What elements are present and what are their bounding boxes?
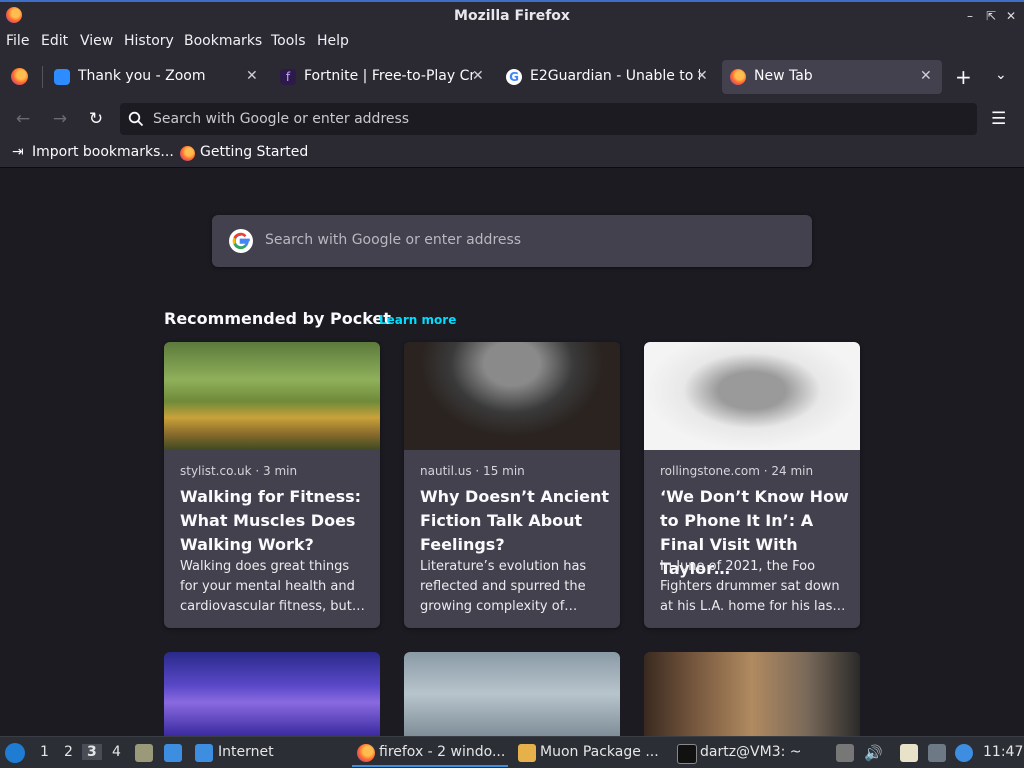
card-excerpt: In June of 2021, the Foo Fighters drumme… (660, 559, 846, 614)
tab-close-icon[interactable]: ✕ (472, 68, 484, 84)
window-titlebar: Mozilla Firefox – ⇱ ✕ (0, 0, 1024, 30)
tab-e2guardian[interactable]: G E2Guardian - Unable to lo ✕ (498, 60, 720, 94)
menu-bar: File Edit View History Bookmarks Tools H… (0, 30, 1024, 54)
list-all-tabs-chevron-icon[interactable]: ⌄ (995, 67, 1007, 83)
bookmarks-toolbar: ⇥ Import bookmarks... Getting Started (0, 138, 1024, 168)
maximize-icon[interactable]: ⇱ (983, 8, 999, 24)
forward-arrow-icon[interactable]: → (49, 108, 71, 130)
bookmark-getting-started[interactable]: Getting Started (200, 144, 308, 160)
workspace-1[interactable]: 1 (40, 744, 49, 760)
package-manager-icon (518, 744, 536, 762)
workspace-3[interactable]: 3 (82, 744, 102, 760)
close-icon[interactable]: ✕ (1003, 8, 1019, 24)
card-image (644, 342, 860, 450)
firefox-view-icon[interactable] (11, 68, 28, 85)
menu-bookmarks[interactable]: Bookmarks (184, 33, 262, 49)
network-icon[interactable] (928, 744, 946, 762)
tab-label: Fortnite | Free-to-Play Cro (304, 68, 474, 84)
pocket-card-image[interactable] (644, 652, 860, 736)
card-source: nautil.us · 15 min (420, 464, 525, 478)
workspace-4[interactable]: 4 (112, 744, 121, 760)
menu-history[interactable]: History (124, 33, 174, 49)
file-manager-icon[interactable] (135, 744, 153, 762)
menu-view[interactable]: View (80, 33, 113, 49)
firefox-icon (730, 69, 746, 85)
tab-close-icon[interactable]: ✕ (696, 68, 708, 84)
firefox-icon (180, 146, 195, 161)
bookmark-import[interactable]: Import bookmarks... (32, 144, 174, 160)
folder-icon (195, 744, 213, 762)
taskbar-app-muon[interactable]: Muon Package ... (540, 744, 659, 760)
card-image (404, 342, 620, 450)
clipboard-icon[interactable] (900, 744, 918, 762)
navigation-bar: ← → ↻ Search with Google or enter addres… (0, 100, 1024, 138)
fortnite-icon: f (280, 69, 296, 85)
import-icon: ⇥ (12, 144, 24, 160)
pocket-card[interactable]: nautil.us · 15 min Why Doesn’t Ancient F… (404, 342, 620, 628)
url-bar[interactable]: Search with Google or enter address (120, 103, 977, 135)
menu-file[interactable]: File (6, 33, 29, 49)
window-title: Mozilla Firefox (454, 8, 570, 24)
card-title: Why Doesn’t Ancient Fiction Talk About F… (420, 487, 610, 554)
reload-icon[interactable]: ↻ (85, 108, 107, 130)
clock: 11:47 (983, 744, 1024, 760)
tab-zoom[interactable]: Thank you - Zoom ✕ (46, 60, 268, 94)
google-logo-icon (229, 229, 253, 253)
card-source: rollingstone.com · 24 min (660, 464, 814, 478)
newtab-search-placeholder: Search with Google or enter address (265, 232, 522, 248)
card-image (164, 342, 380, 450)
update-notifier-icon[interactable] (955, 744, 973, 762)
terminal-icon (677, 744, 697, 764)
pocket-heading: Recommended by Pocket (164, 309, 391, 328)
tab-label: New Tab (754, 68, 813, 84)
desktop-icon[interactable] (164, 744, 182, 762)
menu-tools[interactable]: Tools (271, 33, 306, 49)
menu-edit[interactable]: Edit (41, 33, 68, 49)
volume-icon[interactable]: 🔊 (864, 744, 883, 762)
zoom-icon (54, 69, 70, 85)
pocket-card[interactable]: rollingstone.com · 24 min ‘We Don’t Know… (644, 342, 860, 628)
url-input[interactable]: Search with Google or enter address (153, 111, 409, 127)
newtab-search-box[interactable]: Search with Google or enter address (212, 215, 812, 267)
taskbar-app-firefox[interactable]: firefox - 2 windo... (379, 744, 505, 760)
tab-close-icon[interactable]: ✕ (246, 68, 258, 84)
taskbar-app-terminal[interactable]: dartz@VM3: ~ (700, 744, 802, 760)
google-icon: G (506, 69, 522, 85)
tab-close-icon[interactable]: ✕ (920, 68, 932, 84)
search-icon (128, 111, 144, 127)
menu-help[interactable]: Help (317, 33, 349, 49)
hamburger-menu-icon[interactable]: ☰ (991, 109, 1006, 129)
card-excerpt: Walking does great things for your menta… (180, 559, 365, 614)
firefox-icon (357, 744, 375, 762)
workspace-2[interactable]: 2 (64, 744, 73, 760)
pocket-card[interactable]: stylist.co.uk · 3 min Walking for Fitnes… (164, 342, 380, 628)
card-title: Walking for Fitness: What Muscles Does W… (180, 487, 362, 554)
tab-label: Thank you - Zoom (78, 68, 206, 84)
card-excerpt: Literature’s evolution has reflected and… (420, 559, 587, 614)
new-tab-plus-icon[interactable]: + (955, 65, 972, 89)
back-arrow-icon[interactable]: ← (12, 108, 34, 130)
tab-label: E2Guardian - Unable to lo (530, 68, 700, 84)
tab-new-tab[interactable]: New Tab ✕ (722, 60, 942, 94)
tab-fortnite[interactable]: f Fortnite | Free-to-Play Cro ✕ (272, 60, 494, 94)
pocket-card-image[interactable] (404, 652, 620, 736)
tray-scroll-icon[interactable] (836, 744, 854, 762)
tab-bar: Thank you - Zoom ✕ f Fortnite | Free-to-… (0, 54, 1024, 100)
system-taskbar: 1 2 3 4 Internet firefox - 2 windo... Mu… (0, 736, 1024, 768)
taskbar-app-internet[interactable]: Internet (218, 744, 274, 760)
learn-more-link[interactable]: Learn more (379, 313, 456, 327)
start-menu-icon[interactable] (5, 743, 25, 763)
minimize-icon[interactable]: – (962, 8, 978, 24)
card-source: stylist.co.uk · 3 min (180, 464, 298, 478)
pocket-card-image[interactable] (164, 652, 380, 736)
tab-separator (42, 66, 43, 88)
